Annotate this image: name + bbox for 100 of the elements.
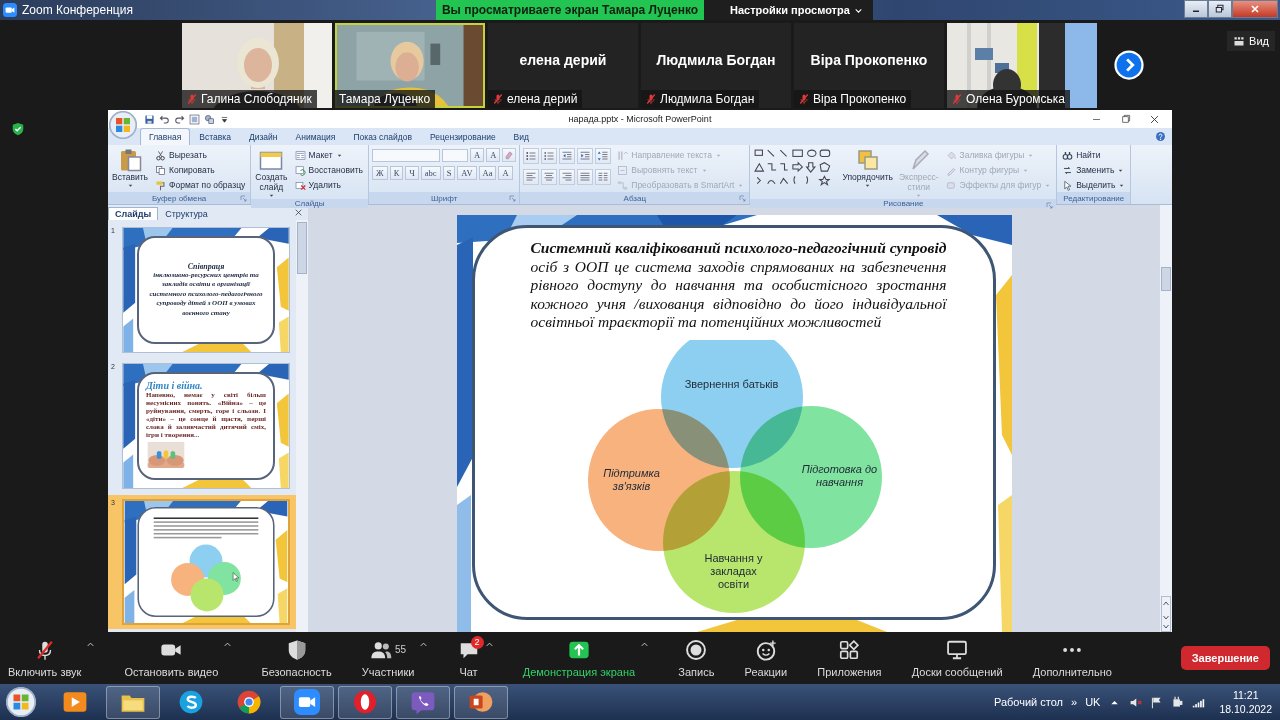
scroll-arrows-icon[interactable] [1161,596,1171,632]
participant-name: елена дерий [507,92,578,106]
ribbon-button[interactable]: Создать слайд [254,148,289,199]
save-icon[interactable] [144,113,155,125]
dialog-launcher-icon[interactable] [509,195,518,203]
pane-tab[interactable]: Структура [158,207,215,220]
close-icon[interactable] [294,208,303,217]
ribbon-button[interactable]: Формат по образцу [153,178,248,192]
scroll-thumb[interactable] [1161,267,1171,291]
close-icon[interactable] [1249,3,1261,15]
pane-tab[interactable]: Слайды [108,207,159,220]
dialog-launcher-icon[interactable] [1046,202,1055,210]
clear-format-button[interactable] [502,148,517,162]
ribbon-tab[interactable]: Показ слайдов [344,128,421,145]
stop-video-button[interactable]: Остановить видео [122,638,221,678]
font-size-field[interactable] [442,148,468,162]
scrollbar[interactable] [1160,205,1172,632]
power-plug-icon[interactable] [1171,695,1185,709]
view-options-button[interactable]: Настройки просмотра [704,0,873,20]
dialog-launcher-icon[interactable] [739,195,748,203]
participant-display-name: елена дерий [519,51,607,68]
record-button[interactable]: Запись [676,638,717,678]
taskbar-button[interactable] [106,685,160,719]
ribbon-tab[interactable]: Вид [504,128,538,145]
ribbon-button[interactable]: Копировать [153,163,248,177]
frame-icon[interactable] [189,113,200,125]
dialog-launcher-icon[interactable] [240,195,249,203]
ribbon-tab[interactable]: Дизайн [239,128,287,145]
play-icon [62,689,88,715]
view-button[interactable]: Вид [1227,31,1275,51]
ribbon-button[interactable]: Выделить [1060,178,1128,192]
layout-icon [294,149,306,161]
scrollbar[interactable] [296,220,308,632]
undo-icon[interactable] [159,113,170,125]
ribbon-button[interactable]: Заменить [1060,163,1128,177]
ribbon-button[interactable]: Вставить [111,148,150,192]
participant-name: Галина Слободяник [201,92,312,106]
ribbon-tab[interactable]: Анимация [286,128,345,145]
shapes-icon[interactable] [204,113,215,125]
eraser-icon [504,150,515,160]
swirl-icon [178,689,204,715]
ribbon-button[interactable]: Вырезать [153,148,248,162]
minimize-button[interactable] [1184,0,1208,18]
next-page-button[interactable] [1114,50,1144,80]
desktop-toolbar-label[interactable]: Рабочий стол [993,696,1064,708]
ribbon-button[interactable]: Найти [1060,148,1128,162]
reactions-button[interactable]: Реакции [742,638,790,678]
arrange-icon [855,148,880,172]
apps-button[interactable]: Приложения [815,638,884,678]
end-meeting-button[interactable]: Завершение [1180,646,1270,670]
flag-icon[interactable] [1150,695,1164,709]
participants-button[interactable]: 55 Участники [359,638,417,678]
scroll-thumb[interactable] [297,222,307,274]
font-style-button[interactable]: A [498,166,513,180]
ribbon-tab[interactable]: Главная [140,128,191,145]
taskbar-button[interactable] [280,685,334,719]
clock-date[interactable]: 18.10.2022 [1219,702,1272,716]
more-button[interactable]: Дополнительно [1030,638,1114,678]
restore-icon[interactable] [1214,3,1226,15]
text-direction-icon [617,149,629,161]
ribbon-tab[interactable]: Рецензирование [420,128,505,145]
redo-icon[interactable] [174,113,185,125]
ribbon-button[interactable]: Упорядочить [841,148,894,199]
language-indicator[interactable]: UK [1085,696,1101,708]
unmute-button[interactable]: Включить звук [6,638,84,678]
taskbar-button[interactable] [338,685,392,719]
cursor-icon [1062,179,1074,191]
paintbrush-icon [155,179,167,191]
group-label: Шрифт [430,193,458,203]
clock-time[interactable]: 11:21 [1232,688,1259,702]
share-screen-button[interactable]: Демонстрация экрана [520,638,638,678]
security-button[interactable]: Безопасность [259,638,334,678]
font-size-button[interactable]: A [486,148,501,162]
security-shield-icon [11,122,25,136]
ribbon-button[interactable]: Макет [292,148,365,162]
ribbon-button[interactable]: Восстановить [292,163,365,177]
font-name-field[interactable] [372,148,440,162]
font-style-button[interactable]: AV [457,166,477,180]
unread-badge: 2 [470,635,484,649]
close-icon[interactable] [1149,113,1160,125]
smartart-icon [617,179,629,191]
start-button[interactable] [6,687,36,717]
font-style-button[interactable]: К [389,166,404,180]
ribbon-tab[interactable]: Вставка [190,128,240,145]
venn-label: Звернення батьків [683,377,780,391]
chat-button[interactable]: Чат 2 [455,638,482,678]
toolbar-expand-button[interactable]: » [1071,696,1078,708]
help-icon[interactable] [1155,131,1166,142]
font-style-button[interactable]: Ч [405,166,419,180]
font-style-button[interactable]: Aa [478,166,497,180]
ribbon-button[interactable]: Удалить [292,178,365,192]
whiteboards-button[interactable]: Доски сообщений [909,638,1005,678]
clipboard-icon [118,148,142,172]
font-style-button[interactable]: S [442,166,456,180]
font-style-button[interactable]: Ж [372,166,388,180]
font-size-button[interactable]: A [470,148,485,162]
font-style-button[interactable]: abc [420,166,441,180]
maximize-button[interactable] [1208,0,1232,18]
scissors-icon [155,149,167,161]
participant-name: Віра Прокопенко [813,92,907,106]
